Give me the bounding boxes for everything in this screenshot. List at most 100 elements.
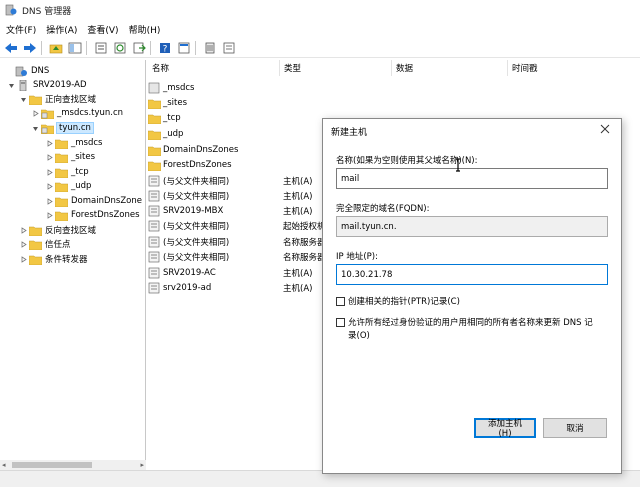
window-title: DNS 管理器 bbox=[22, 6, 72, 17]
list-item[interactable]: ForestDnsZones bbox=[148, 157, 232, 172]
expand-chevron-icon[interactable] bbox=[18, 239, 28, 249]
allow-update-label[interactable]: 允许所有经过身份验证的用户用相同的所有者名称来更新 DNS 记 bbox=[348, 316, 593, 328]
column-header-data[interactable]: 数据 bbox=[392, 60, 508, 76]
export-icon[interactable] bbox=[131, 40, 147, 56]
close-icon[interactable] bbox=[599, 123, 611, 135]
menu-action[interactable]: 操作(A) bbox=[42, 23, 81, 36]
expand-chevron-icon[interactable] bbox=[18, 254, 28, 264]
name-input[interactable]: mail bbox=[336, 168, 608, 189]
menu-view[interactable]: 查看(V) bbox=[83, 23, 122, 36]
ptr-checkbox[interactable] bbox=[336, 297, 345, 306]
scroll-left-icon[interactable]: ◂ bbox=[2, 461, 6, 469]
expand-chevron-icon[interactable] bbox=[18, 225, 28, 235]
tree-horizontal-scrollbar[interactable]: ◂ ▸ bbox=[0, 460, 146, 470]
back-arrow-icon[interactable] bbox=[3, 40, 19, 56]
tree-item-server[interactable]: SRV2019-AD bbox=[6, 78, 87, 92]
scrollbar-thumb[interactable] bbox=[12, 462, 92, 468]
allow-update-label-cont[interactable]: 录(O) bbox=[348, 329, 370, 341]
svg-text:?: ? bbox=[163, 44, 168, 54]
list-item[interactable]: (与父文件夹相同) 名称服务器 bbox=[148, 249, 326, 264]
ptr-checkbox-label[interactable]: 创建相关的指针(PTR)记录(C) bbox=[348, 295, 460, 307]
tree-item-trust-points[interactable]: 信任点 bbox=[18, 237, 71, 251]
toolbar-separator bbox=[195, 40, 196, 55]
expand-chevron-icon[interactable] bbox=[44, 138, 54, 148]
menu-bar: 文件(F) 操作(A) 查看(V) 帮助(H) bbox=[0, 20, 640, 38]
collapse-chevron-icon[interactable] bbox=[18, 94, 28, 104]
cancel-button[interactable]: 取消 bbox=[543, 418, 607, 438]
folder-icon bbox=[55, 153, 68, 163]
record-icon bbox=[148, 267, 160, 278]
add-host-button[interactable]: 添加主机(H) bbox=[474, 418, 536, 439]
toolbar-separator bbox=[150, 40, 151, 55]
properties-icon[interactable] bbox=[93, 40, 109, 56]
expand-chevron-icon[interactable] bbox=[44, 181, 54, 191]
folder-icon bbox=[29, 255, 42, 265]
expand-chevron-icon[interactable] bbox=[30, 108, 40, 118]
tree-item-msdcs-zone[interactable]: _msdcs.tyun.cn bbox=[30, 106, 123, 120]
menu-help[interactable]: 帮助(H) bbox=[125, 23, 165, 36]
toolbar-separator bbox=[86, 40, 87, 55]
help-icon[interactable]: ? bbox=[157, 40, 173, 56]
folder-icon bbox=[55, 182, 68, 192]
menu-file[interactable]: 文件(F) bbox=[2, 23, 40, 36]
expand-chevron-icon[interactable] bbox=[44, 167, 54, 177]
list-item[interactable]: (与父文件夹相同) 起始授权机 bbox=[148, 218, 326, 233]
tree-item-reverse-zones[interactable]: 反向查找区域 bbox=[18, 223, 96, 237]
record-icon bbox=[148, 205, 160, 216]
tree-item-forward-zones[interactable]: 正向查找区域 bbox=[18, 92, 96, 106]
list-item[interactable]: _tcp bbox=[148, 110, 181, 125]
list-item[interactable]: (与父文件夹相同) 名称服务器 bbox=[148, 234, 326, 249]
expand-chevron-icon[interactable] bbox=[44, 152, 54, 162]
tree-item-dns[interactable]: DNS bbox=[4, 64, 49, 78]
column-header-timestamp[interactable]: 时间戳 bbox=[508, 60, 640, 76]
record-icon bbox=[148, 236, 160, 247]
folder-icon bbox=[55, 197, 68, 207]
expand-chevron-icon[interactable] bbox=[44, 196, 54, 206]
list-item[interactable]: (与父文件夹相同) 主机(A) bbox=[148, 173, 312, 188]
tree-item-tcp[interactable]: _tcp bbox=[44, 165, 89, 179]
record-icon bbox=[148, 282, 160, 293]
show-tree-icon[interactable] bbox=[67, 40, 83, 56]
record-icon bbox=[148, 190, 160, 201]
folder-up-icon[interactable] bbox=[48, 40, 64, 56]
allow-update-checkbox[interactable] bbox=[336, 318, 345, 327]
tree-item-domaindnszones[interactable]: DomainDnsZone bbox=[44, 194, 142, 208]
console-tree: DNS SRV2019-AD 正向查找区域 _msdcs.tyun.cn tyu… bbox=[0, 60, 146, 470]
list-item[interactable]: _udp bbox=[148, 126, 183, 141]
collapse-chevron-icon[interactable] bbox=[30, 123, 40, 133]
list-item[interactable]: SRV2019-AC 主机(A) bbox=[148, 265, 312, 280]
folder-icon bbox=[55, 168, 68, 178]
folder-icon bbox=[148, 161, 161, 171]
fqdn-field: mail.tyun.cn. bbox=[336, 216, 608, 237]
tree-item-msdcs[interactable]: _msdcs bbox=[44, 136, 102, 150]
record-icon[interactable] bbox=[202, 40, 218, 56]
console-icon[interactable] bbox=[176, 40, 192, 56]
tree-item-udp[interactable]: _udp bbox=[44, 179, 91, 193]
folder-icon bbox=[55, 211, 68, 221]
list-item[interactable]: _sites bbox=[148, 95, 187, 110]
toolbar-separator bbox=[41, 40, 42, 55]
tree-item-conditional-forwarders[interactable]: 条件转发器 bbox=[18, 252, 88, 266]
refresh-icon[interactable] bbox=[112, 40, 128, 56]
list-item[interactable]: _msdcs bbox=[148, 80, 194, 95]
list-item[interactable]: srv2019-ad 主机(A) bbox=[148, 280, 312, 295]
tree-item-forestdnszones[interactable]: ForestDnsZones bbox=[44, 208, 140, 222]
folder-icon bbox=[55, 139, 68, 149]
expand-chevron-icon[interactable] bbox=[44, 210, 54, 220]
column-header-type[interactable]: 类型 bbox=[280, 60, 392, 76]
list-item[interactable]: (与父文件夹相同) 主机(A) bbox=[148, 188, 312, 203]
tree-item-tyun-cn[interactable]: tyun.cn bbox=[30, 121, 94, 135]
domain-icon[interactable] bbox=[221, 40, 237, 56]
fqdn-label: 完全限定的域名(FQDN): bbox=[336, 204, 430, 214]
scroll-right-icon[interactable]: ▸ bbox=[140, 461, 144, 469]
column-header-name[interactable]: 名称 bbox=[148, 60, 280, 76]
record-icon bbox=[148, 251, 160, 262]
list-item[interactable]: DomainDnsZones bbox=[148, 142, 238, 157]
forward-arrow-icon[interactable] bbox=[22, 40, 38, 56]
ip-address-input[interactable]: 10.30.21.78 bbox=[336, 264, 608, 285]
collapse-chevron-icon[interactable] bbox=[6, 80, 16, 90]
list-item[interactable]: SRV2019-MBX 主机(A) bbox=[148, 203, 312, 218]
tree-item-sites[interactable]: _sites bbox=[44, 150, 95, 164]
dialog-title: 新建主机 bbox=[331, 128, 368, 138]
folder-icon bbox=[148, 130, 161, 140]
